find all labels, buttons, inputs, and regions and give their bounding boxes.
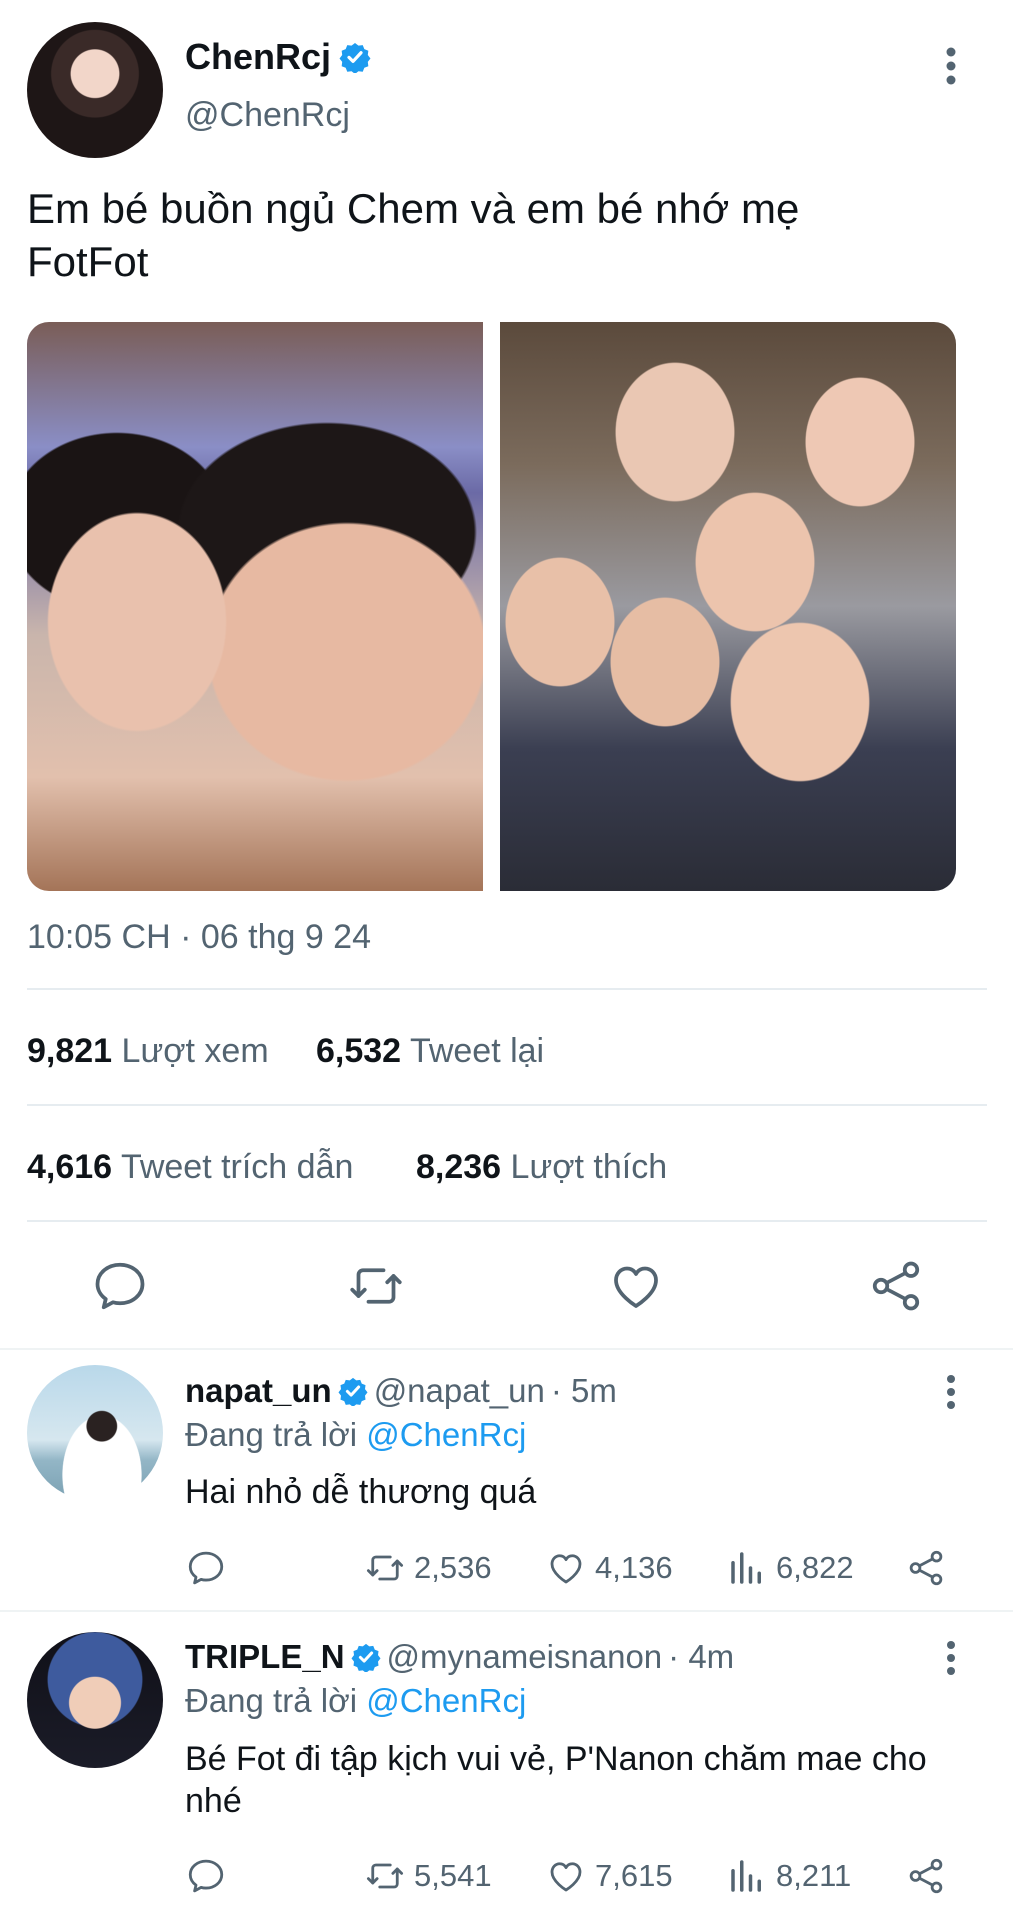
likes-label: Lượt thích — [510, 1148, 668, 1186]
reply-reply-button[interactable] — [185, 1855, 227, 1897]
retweets-count: 6,532 — [316, 1032, 402, 1070]
replying-to-link[interactable]: @ChenRcj — [366, 1682, 526, 1719]
reply-header: napat_un @napat_un · 5m — [185, 1372, 617, 1410]
like-icon — [614, 1266, 658, 1308]
reply-button[interactable] — [90, 1256, 150, 1316]
replying-prefix: Đang trả lời — [185, 1416, 358, 1453]
like-icon — [550, 1554, 582, 1584]
section-divider — [0, 1348, 1013, 1350]
quotes-stat[interactable]: 4,616 Tweet trích dẫn — [27, 1148, 353, 1187]
reply-like-button[interactable]: 4,136 — [545, 1547, 673, 1589]
share-icon — [909, 1550, 943, 1586]
reply-retweet-button[interactable]: 5,541 — [364, 1855, 492, 1897]
tweet-text: Em bé buồn ngủ Chem và em bé nhớ mẹ FotF… — [27, 185, 800, 285]
reply-like-button[interactable]: 7,615 — [545, 1855, 673, 1897]
quotes-count: 4,616 — [27, 1148, 113, 1186]
retweet-button[interactable] — [346, 1256, 406, 1316]
divider — [27, 1104, 987, 1106]
share-button[interactable] — [866, 1256, 926, 1316]
likes-stat[interactable]: 8,236 Lượt thích — [416, 1148, 667, 1187]
author-handle[interactable]: @ChenRcj — [185, 96, 350, 135]
reply-author-name[interactable]: napat_un — [185, 1372, 332, 1410]
quotes-label: Tweet trích dẫn — [120, 1148, 354, 1186]
reply-like-count: 4,136 — [595, 1550, 673, 1585]
section-divider — [0, 1610, 1013, 1612]
views-icon — [731, 1860, 761, 1892]
reply-header: TRIPLE_N @mynameisnanon · 4m — [185, 1638, 734, 1676]
views-icon — [731, 1552, 761, 1584]
reply-text: Hai nhỏ dễ thương quá — [185, 1473, 537, 1511]
reply-more-icon[interactable] — [944, 1640, 958, 1676]
views-stat: 9,821 Lượt xem — [27, 1032, 269, 1071]
reply-retweet-button[interactable]: 2,536 — [364, 1547, 492, 1589]
retweet-icon — [366, 1555, 404, 1581]
divider — [27, 988, 987, 990]
reply-retweet-count: 5,541 — [414, 1858, 492, 1893]
replying-to: Đang trả lời @ChenRcj — [185, 1682, 526, 1720]
reply-avatar[interactable] — [27, 1632, 163, 1768]
retweets-label: Tweet lại — [409, 1032, 545, 1070]
share-icon — [872, 1261, 920, 1311]
reply-icon — [188, 1859, 224, 1893]
replying-to-link[interactable]: @ChenRcj — [366, 1416, 526, 1453]
reply-views-count: 8,211 — [776, 1858, 852, 1893]
replying-to: Đang trả lời @ChenRcj — [185, 1416, 526, 1454]
like-icon — [550, 1862, 582, 1892]
reply-reply-button[interactable] — [185, 1547, 227, 1589]
divider — [27, 1220, 987, 1222]
more-options-icon[interactable] — [944, 46, 958, 86]
verified-badge-icon — [351, 1642, 381, 1672]
reply-author-handle[interactable]: @mynameisnanon — [387, 1638, 663, 1676]
reply-time: · 5m — [550, 1372, 617, 1409]
tweet-photo-2[interactable] — [500, 322, 956, 891]
retweet-icon — [366, 1863, 404, 1889]
verified-badge-icon — [339, 41, 371, 73]
reply-author-name[interactable]: TRIPLE_N — [185, 1638, 345, 1676]
retweet-icon — [350, 1268, 402, 1304]
reply-share-button[interactable] — [905, 1547, 947, 1589]
reply-time: · 4m — [668, 1638, 735, 1675]
share-icon — [909, 1858, 943, 1894]
reply-icon — [95, 1262, 145, 1310]
reply-avatar[interactable] — [27, 1365, 163, 1501]
likes-count: 8,236 — [416, 1148, 502, 1186]
views-count: 9,821 — [27, 1032, 113, 1070]
reply-views-button[interactable]: 8,211 — [726, 1855, 851, 1897]
reply-more-icon[interactable] — [944, 1374, 958, 1410]
replying-prefix: Đang trả lời — [185, 1682, 358, 1719]
reply-share-button[interactable] — [905, 1855, 947, 1897]
verified-badge-icon — [338, 1376, 368, 1406]
reply-like-count: 7,615 — [595, 1858, 673, 1893]
views-label: Lượt xem — [121, 1032, 269, 1070]
author-avatar[interactable] — [27, 22, 163, 158]
reply-views-count: 6,822 — [776, 1550, 854, 1585]
reply-author-handle[interactable]: @napat_un — [374, 1372, 545, 1410]
tweet-timestamp[interactable]: 10:05 CH · 06 thg 9 24 — [27, 918, 371, 957]
author-name[interactable]: ChenRcj — [185, 36, 331, 78]
reply-views-button[interactable]: 6,822 — [726, 1547, 854, 1589]
tweet-photo-1[interactable] — [27, 322, 483, 891]
like-button[interactable] — [606, 1256, 666, 1316]
author-name-row[interactable]: ChenRcj — [185, 36, 371, 78]
retweets-stat[interactable]: 6,532 Tweet lại — [316, 1032, 544, 1071]
reply-icon — [188, 1551, 224, 1585]
reply-retweet-count: 2,536 — [414, 1550, 492, 1585]
reply-text: Bé Fot đi tập kịch vui vẻ, P'Nanon chăm … — [185, 1740, 927, 1820]
